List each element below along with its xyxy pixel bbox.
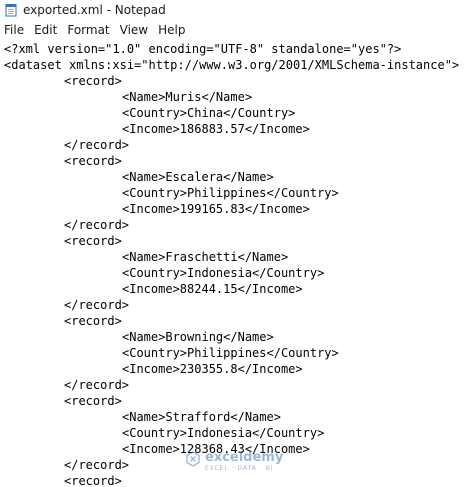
exceldemy-watermark: exceldemy EXCEL · DATA · BI bbox=[185, 451, 283, 472]
record-open-line: <record> bbox=[64, 154, 122, 168]
name-line: <Name>Browning</Name> bbox=[122, 330, 274, 344]
menu-format[interactable]: Format bbox=[62, 21, 114, 39]
record-close-line: </record> bbox=[64, 138, 130, 152]
record-open-line: <record> bbox=[64, 234, 122, 248]
income-line: <Income>186883.57</Income> bbox=[122, 122, 310, 136]
country-line: <Country>Indonesia</Country> bbox=[122, 266, 325, 280]
record-open-line: <record> bbox=[64, 314, 122, 328]
title-bar: exported.xml - Notepad bbox=[0, 0, 474, 20]
menu-edit[interactable]: Edit bbox=[29, 21, 62, 39]
menu-view[interactable]: View bbox=[115, 21, 153, 39]
record-close-line: </record> bbox=[64, 218, 130, 232]
country-line: <Country>Philippines</Country> bbox=[122, 346, 339, 360]
watermark-tagline: EXCEL · DATA · BI bbox=[205, 465, 274, 472]
xml-declaration-line: <?xml version="1.0" encoding="UTF-8" sta… bbox=[4, 42, 402, 56]
country-line: <Country>Philippines</Country> bbox=[122, 186, 339, 200]
menu-file[interactable]: File bbox=[0, 21, 29, 39]
menu-bar: File Edit Format View Help bbox=[0, 20, 474, 40]
country-line: <Country>Indonesia</Country> bbox=[122, 426, 325, 440]
income-line: <Income>230355.8</Income> bbox=[122, 362, 303, 376]
menu-help[interactable]: Help bbox=[153, 21, 190, 39]
notepad-icon bbox=[4, 3, 18, 17]
name-line: <Name>Muris</Name> bbox=[122, 90, 253, 104]
record-open-line: <record> bbox=[64, 474, 122, 487]
dataset-open-line: <dataset xmlns:xsi="http://www.w3.org/20… bbox=[4, 58, 460, 72]
country-line: <Country>China</Country> bbox=[122, 106, 296, 120]
record-open-line: <record> bbox=[64, 74, 122, 88]
income-line: <Income>199165.83</Income> bbox=[122, 202, 310, 216]
name-line: <Name>Escalera</Name> bbox=[122, 170, 274, 184]
record-close-line: </record> bbox=[64, 378, 130, 392]
exceldemy-logo-icon bbox=[185, 451, 201, 472]
name-line: <Name>Fraschetti</Name> bbox=[122, 250, 289, 264]
record-close-line: </record> bbox=[64, 458, 130, 472]
record-close-line: </record> bbox=[64, 298, 130, 312]
income-line: <Income>88244.15</Income> bbox=[122, 282, 303, 296]
text-editor-area[interactable]: <?xml version="1.0" encoding="UTF-8" sta… bbox=[0, 41, 474, 487]
notepad-window: exported.xml - Notepad File Edit Format … bbox=[0, 0, 474, 487]
watermark-name: exceldemy bbox=[205, 450, 284, 465]
name-line: <Name>Strafford</Name> bbox=[122, 410, 281, 424]
record-open-line: <record> bbox=[64, 394, 122, 408]
window-title: exported.xml - Notepad bbox=[23, 3, 166, 17]
